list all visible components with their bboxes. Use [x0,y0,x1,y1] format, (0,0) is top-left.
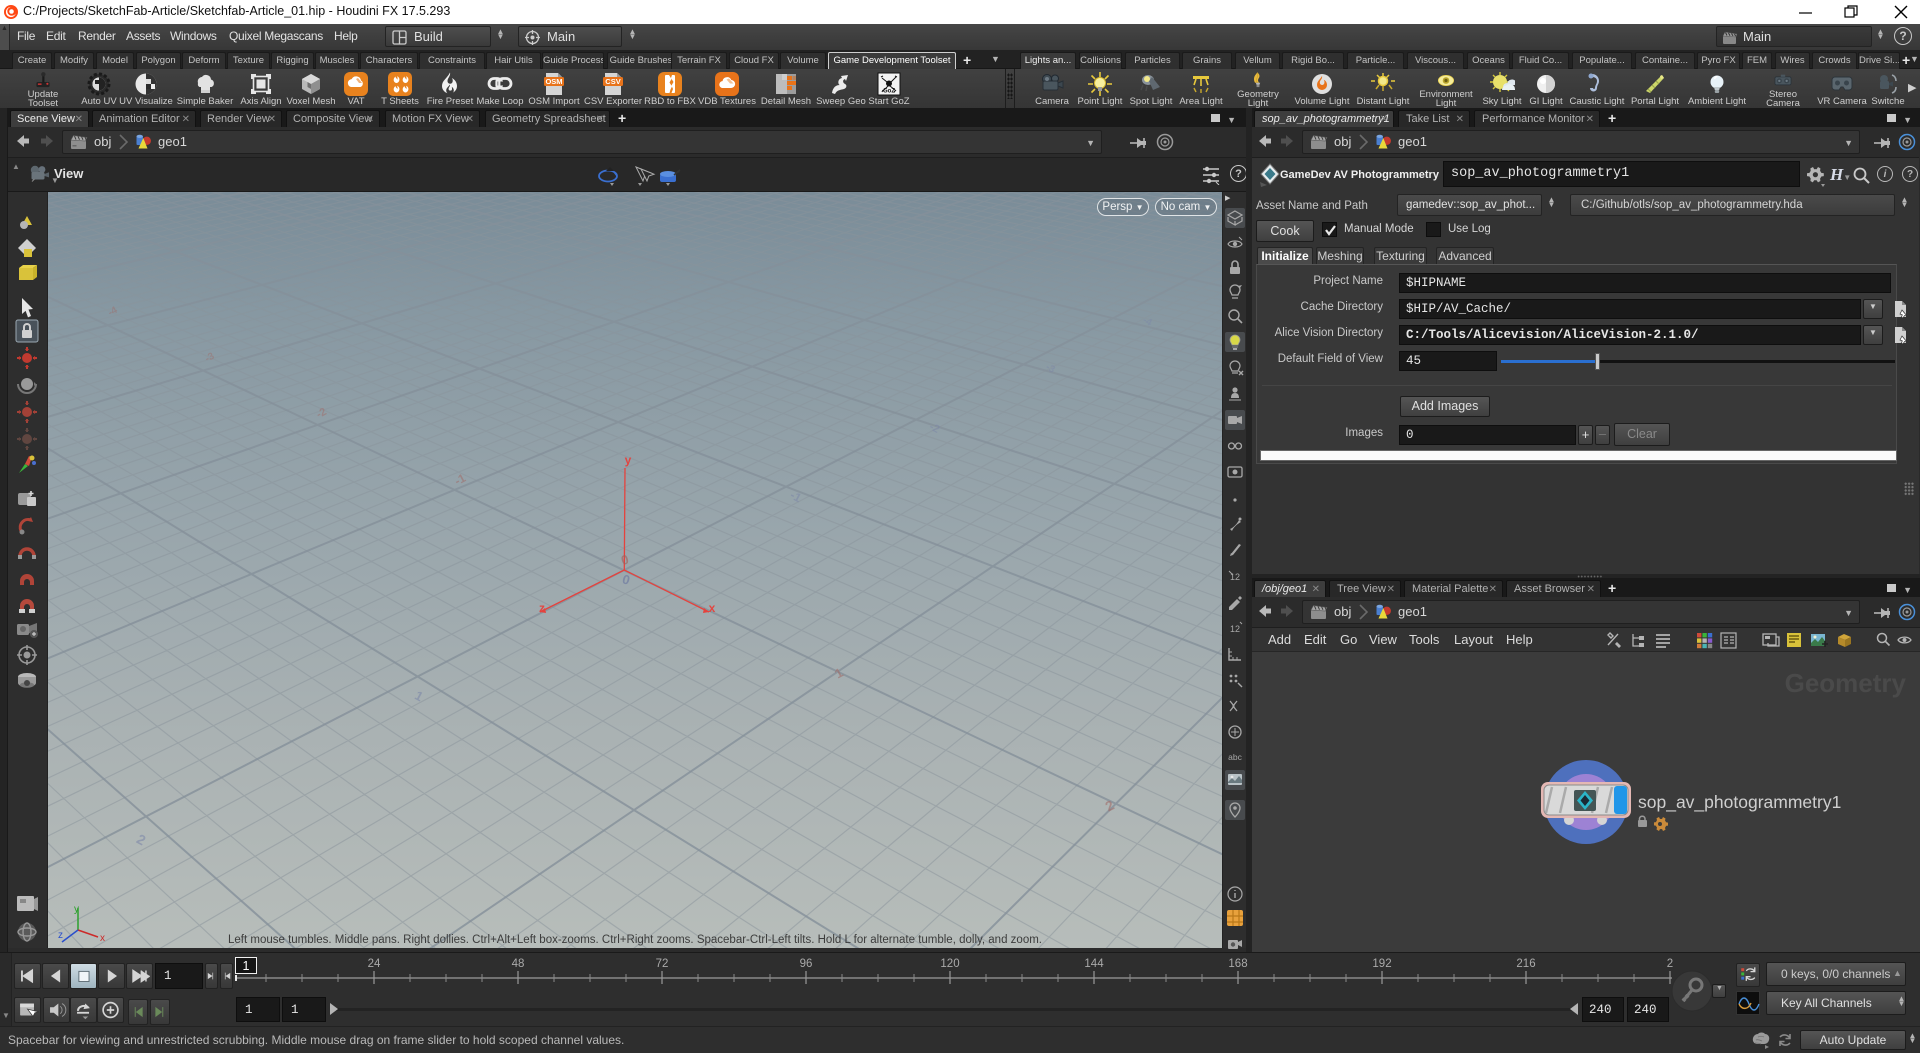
svg-text:y: y [625,453,632,467]
svg-text:GoZ: GoZ [883,89,895,95]
svg-text:192: 192 [1372,958,1391,970]
svg-text:z: z [539,601,545,615]
svg-text:168: 168 [1228,958,1247,970]
svg-text:144: 144 [1084,958,1104,970]
svg-text:-3: -3 [203,351,216,365]
svg-text:24: 24 [368,958,381,970]
svg-text:-1: -1 [788,488,804,506]
svg-text:12: 12 [1230,624,1240,634]
svg-text:x: x [709,601,716,615]
svg-text:z: z [58,930,63,941]
svg-text:120: 120 [940,958,959,970]
svg-text:CSV: CSV [605,77,620,86]
svg-text:OSM: OSM [545,77,562,86]
svg-text:0: 0 [619,551,630,567]
svg-text:sop_av_photogrammetry1: sop_av_photogrammetry1 [1638,792,1841,813]
svg-text:x: x [100,933,105,944]
svg-text:96: 96 [800,958,813,970]
svg-text:48: 48 [512,958,525,970]
svg-text:0: 0 [621,571,632,587]
svg-text:y: y [74,904,79,915]
svg-text:1: 1 [412,688,425,705]
svg-text:216: 216 [1516,958,1535,970]
svg-text:2: 2 [134,831,149,849]
svg-text:abc: abc [1228,752,1242,762]
svg-text:-2: -2 [314,406,328,421]
svg-text:72: 72 [656,958,669,970]
